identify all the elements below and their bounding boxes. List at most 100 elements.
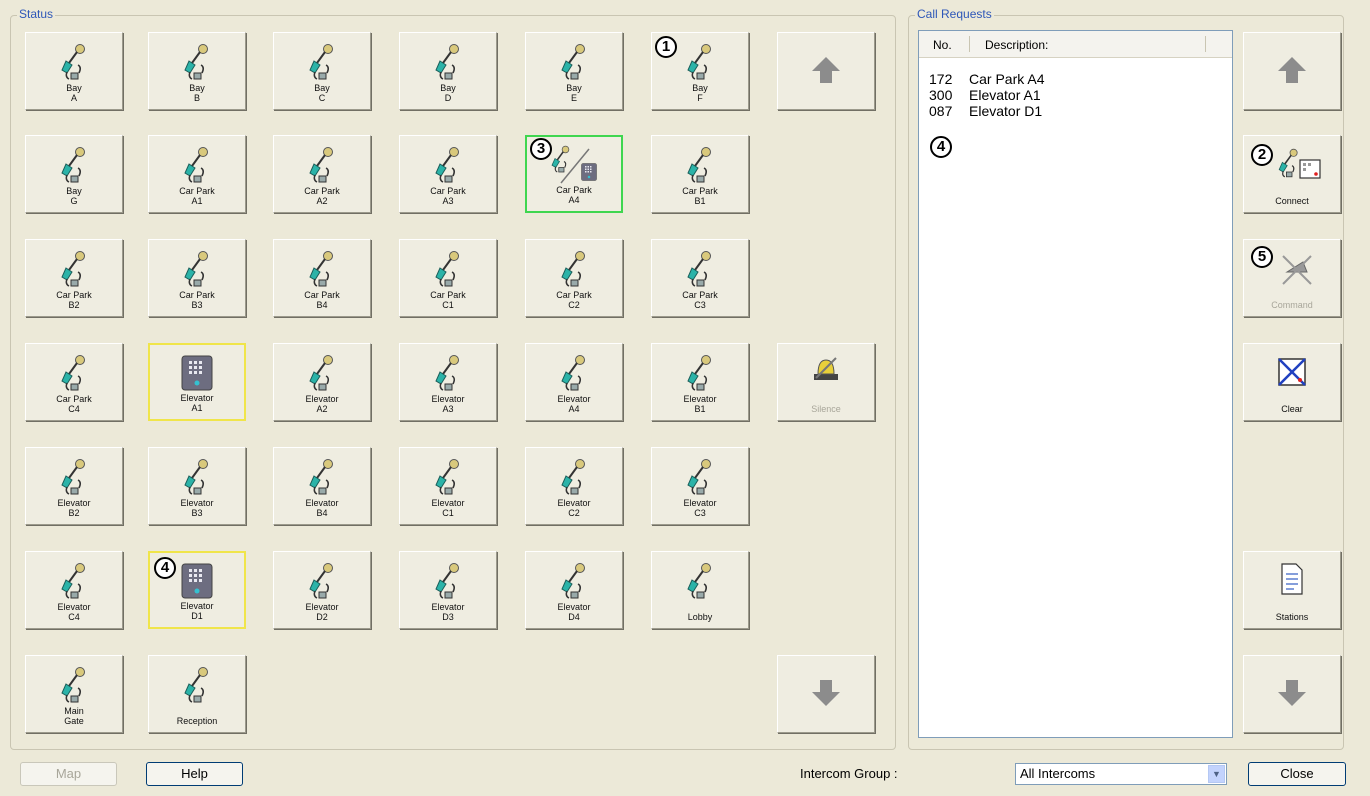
station-tile[interactable]: Elevator A1	[148, 343, 246, 421]
station-label: Car Park B3	[179, 290, 215, 310]
station-label: Elevator B2	[57, 498, 91, 518]
callout-4-tile: 4	[154, 557, 176, 579]
callout-1: 1	[655, 36, 677, 58]
station-tile[interactable]: Bay D	[399, 32, 497, 110]
station-tile[interactable]: Elevator A3	[399, 343, 497, 421]
station-tile[interactable]: Car Park A1	[148, 135, 246, 213]
list-item[interactable]: 087 Elevator D1	[929, 103, 1042, 119]
callout-3: 3	[530, 138, 552, 160]
station-tile[interactable]: Elevator C4	[25, 551, 123, 629]
status-title: Status	[17, 7, 56, 21]
station-label: Bay D	[440, 83, 456, 103]
station-label: Car Park C2	[556, 290, 592, 310]
station-tile[interactable]: Elevator B1	[651, 343, 749, 421]
station-tile[interactable]: Reception	[148, 655, 246, 733]
microphone-icon	[61, 43, 86, 80]
station-label: Elevator A3	[431, 394, 465, 414]
microphone-icon	[184, 250, 209, 287]
list-item-description: Car Park A4	[969, 71, 1045, 87]
microphone-icon	[687, 250, 712, 287]
microphone-icon	[61, 354, 86, 391]
callout-2: 2	[1251, 144, 1273, 166]
station-label: Car Park C1	[430, 290, 466, 310]
station-tile[interactable]: Elevator C2	[525, 447, 623, 525]
station-tile[interactable]: Car Park B4	[273, 239, 371, 317]
command-icon	[1282, 255, 1312, 285]
station-tile[interactable]: Car Park B3	[148, 239, 246, 317]
station-label: Car Park B1	[682, 186, 718, 206]
station-label: Bay B	[189, 83, 205, 103]
call-requests-list[interactable]: No. Description: 172 Car Park A4 300 Eleva…	[918, 30, 1233, 738]
station-tile[interactable]: Bay A	[25, 32, 123, 110]
microphone-icon	[61, 666, 86, 703]
list-item[interactable]: 300 Elevator A1	[929, 87, 1041, 103]
microphone-icon	[184, 666, 209, 703]
station-tile[interactable]: Car Park C4	[25, 343, 123, 421]
arrow-down-icon	[812, 680, 840, 706]
station-tile[interactable]: Elevator C3	[651, 447, 749, 525]
list-item-description: Elevator A1	[969, 87, 1041, 103]
station-label: Car Park C4	[56, 394, 92, 414]
station-tile[interactable]: Elevator D4	[525, 551, 623, 629]
microphone-icon	[687, 146, 712, 183]
close-button[interactable]: Close	[1248, 762, 1346, 786]
station-tile[interactable]: Main Gate	[25, 655, 123, 733]
microphone-icon	[435, 562, 460, 599]
station-tile[interactable]: Bay B	[148, 32, 246, 110]
station-tile[interactable]: Car Park A2	[273, 135, 371, 213]
silence-bell-icon	[814, 357, 838, 380]
station-tile[interactable]: Car Park C3	[651, 239, 749, 317]
column-description[interactable]: Description:	[985, 38, 1048, 52]
list-item-no: 300	[929, 87, 953, 103]
station-label: Lobby	[687, 612, 713, 622]
command-label: Command	[1271, 300, 1313, 310]
microphone-icon	[435, 250, 460, 287]
chevron-down-icon[interactable]: ▼	[1208, 765, 1225, 783]
clear-button[interactable]: Clear	[1243, 343, 1341, 421]
help-button[interactable]: Help	[146, 762, 243, 786]
station-tile[interactable]: Elevator B2	[25, 447, 123, 525]
station-label: Elevator B1	[683, 394, 717, 414]
station-tile[interactable]: Car Park C1	[399, 239, 497, 317]
microphone-icon	[435, 146, 460, 183]
station-tile[interactable]: Bay C	[273, 32, 371, 110]
call-transfer-icon	[551, 145, 597, 184]
microphone-icon	[687, 354, 712, 391]
call-requests-header: No. Description:	[919, 31, 1232, 58]
station-tile[interactable]: Elevator A2	[273, 343, 371, 421]
microphone-icon	[687, 43, 712, 80]
silence-button: Silence	[777, 343, 875, 421]
station-tile[interactable]: Elevator A4	[525, 343, 623, 421]
status-scroll-up-button	[777, 32, 875, 110]
callout-5: 5	[1251, 246, 1273, 268]
map-button: Map	[20, 762, 117, 786]
microphone-icon	[309, 354, 334, 391]
silence-label: Silence	[811, 404, 841, 414]
clear-label: Clear	[1281, 404, 1303, 414]
intercom-group-select[interactable]: All Intercoms ▼	[1015, 763, 1227, 785]
station-tile[interactable]: Elevator D2	[273, 551, 371, 629]
stations-button[interactable]: Stations	[1243, 551, 1341, 629]
microphone-icon	[561, 562, 586, 599]
microphone-icon	[561, 354, 586, 391]
station-label: Elevator A2	[305, 394, 339, 414]
station-tile[interactable]: Bay E	[525, 32, 623, 110]
station-tile[interactable]: Lobby	[651, 551, 749, 629]
station-tile[interactable]: Car Park A3	[399, 135, 497, 213]
list-item[interactable]: 172 Car Park A4	[929, 71, 1044, 87]
station-tile[interactable]: Elevator C1	[399, 447, 497, 525]
station-tile[interactable]: Car Park B2	[25, 239, 123, 317]
station-tile[interactable]: Elevator D3	[399, 551, 497, 629]
station-tile[interactable]: Car Park B1	[651, 135, 749, 213]
station-tile[interactable]: Car Park C2	[525, 239, 623, 317]
station-tile[interactable]: Bay G	[25, 135, 123, 213]
station-label: Bay G	[66, 186, 82, 206]
station-tile[interactable]: Elevator B4	[273, 447, 371, 525]
microphone-icon	[309, 146, 334, 183]
connect-icon	[1278, 148, 1321, 179]
station-label: Car Park A3	[430, 186, 466, 206]
intercom-group-label: Intercom Group :	[800, 766, 898, 781]
column-no[interactable]: No.	[933, 38, 952, 52]
microphone-icon	[687, 562, 712, 599]
station-tile[interactable]: Elevator B3	[148, 447, 246, 525]
